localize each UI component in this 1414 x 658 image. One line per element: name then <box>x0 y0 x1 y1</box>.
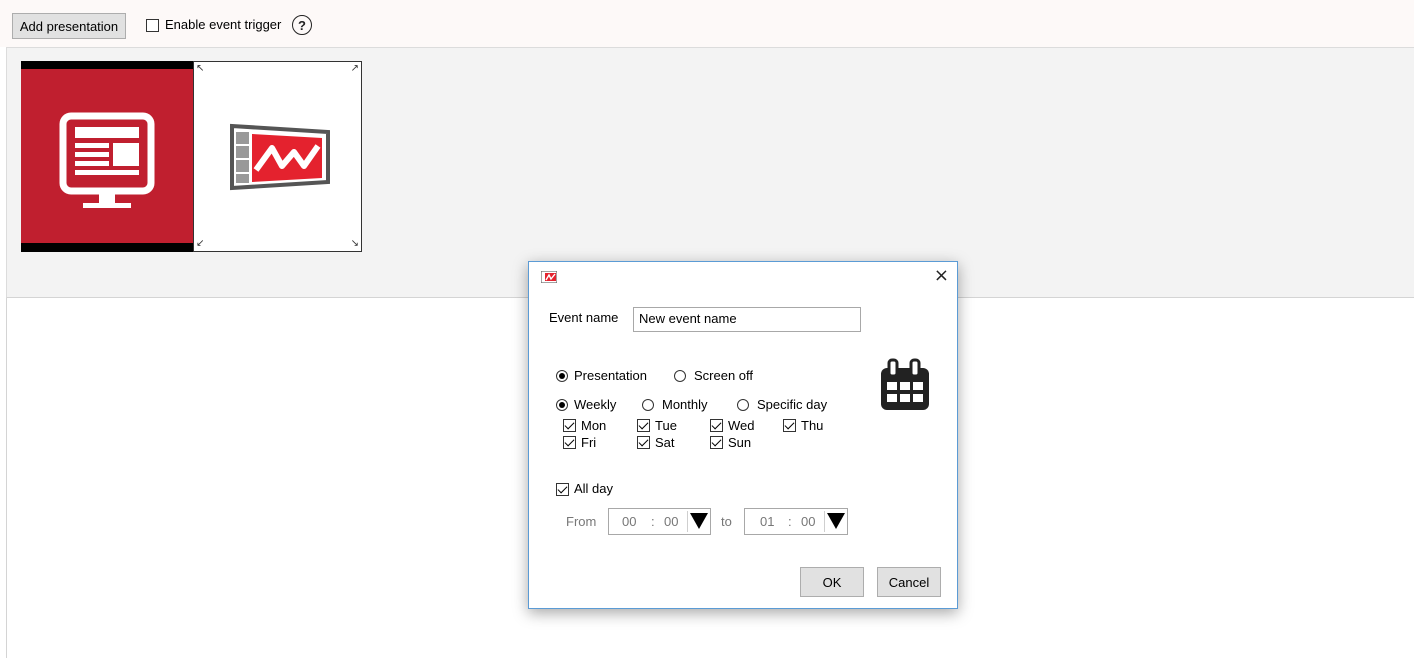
thumbnail-background <box>21 69 193 243</box>
day-checkbox-thu[interactable] <box>783 419 796 432</box>
presentation-radio[interactable] <box>556 370 568 382</box>
enable-event-trigger-label[interactable]: Enable event trigger <box>165 17 281 33</box>
resize-handle-top-left-icon[interactable]: ↖ <box>196 64 204 74</box>
to-minute[interactable]: 00 <box>801 514 815 529</box>
help-icon[interactable]: ? <box>292 15 312 35</box>
from-label: From <box>566 514 597 529</box>
resize-handle-bottom-left-icon[interactable]: ↙ <box>196 239 204 249</box>
monthly-radio[interactable] <box>642 399 654 411</box>
all-day-checkbox[interactable] <box>556 483 569 496</box>
to-time-separator: : <box>788 514 792 529</box>
to-dropdown-arrow-icon[interactable] <box>827 513 845 529</box>
presentation-thumbnail-1[interactable] <box>21 61 193 252</box>
to-time-picker[interactable]: 01 : 00 <box>744 508 848 535</box>
close-icon[interactable]: × <box>934 267 949 285</box>
cancel-button[interactable]: Cancel <box>877 567 941 597</box>
day-checkbox-tue[interactable] <box>637 419 650 432</box>
day-label-sun[interactable]: Sun <box>728 435 751 451</box>
day-label-wed[interactable]: Wed <box>728 418 755 434</box>
content-divider <box>6 298 7 658</box>
top-toolbar: Add presentation Enable event trigger ? <box>0 0 1414 47</box>
day-checkbox-fri[interactable] <box>563 436 576 449</box>
event-dialog: × Event name New event name Presentation… <box>528 261 958 609</box>
day-checkbox-wed[interactable] <box>710 419 723 432</box>
from-time-separator: : <box>651 514 655 529</box>
to-dropdown-divider <box>824 511 825 532</box>
day-checkbox-sat[interactable] <box>637 436 650 449</box>
event-name-input[interactable]: New event name <box>633 307 861 332</box>
from-dropdown-divider <box>687 511 688 532</box>
event-name-label: Event name <box>549 310 619 325</box>
day-label-fri[interactable]: Fri <box>581 435 596 451</box>
all-day-label[interactable]: All day <box>574 481 613 497</box>
day-label-sat[interactable]: Sat <box>655 435 675 451</box>
monitor-icon <box>59 112 155 208</box>
resize-handle-top-right-icon[interactable]: ↗ <box>351 64 359 74</box>
presentation-thumbnail-2[interactable]: ↖ ↗ ↙ ↘ <box>193 61 362 252</box>
weekly-radio[interactable] <box>556 399 568 411</box>
enable-event-trigger-checkbox[interactable] <box>146 19 159 32</box>
calendar-icon <box>881 358 929 410</box>
add-presentation-button[interactable]: Add presentation <box>12 13 126 39</box>
from-minute[interactable]: 00 <box>664 514 678 529</box>
weekly-radio-label[interactable]: Weekly <box>574 397 616 413</box>
presentation-logo-icon <box>230 123 330 191</box>
specific-day-radio[interactable] <box>737 399 749 411</box>
app-logo-icon <box>541 271 557 283</box>
screen-off-radio-label[interactable]: Screen off <box>694 368 753 384</box>
day-label-mon[interactable]: Mon <box>581 418 606 434</box>
to-hour[interactable]: 01 <box>760 514 774 529</box>
screen-off-radio[interactable] <box>674 370 686 382</box>
to-label: to <box>721 514 732 529</box>
resize-handle-bottom-right-icon[interactable]: ↘ <box>351 239 359 249</box>
from-hour[interactable]: 00 <box>622 514 636 529</box>
from-time-picker[interactable]: 00 : 00 <box>608 508 711 535</box>
day-checkbox-mon[interactable] <box>563 419 576 432</box>
ok-button[interactable]: OK <box>800 567 864 597</box>
presentation-radio-label[interactable]: Presentation <box>574 368 647 384</box>
from-dropdown-arrow-icon[interactable] <box>690 513 708 529</box>
day-checkbox-sun[interactable] <box>710 436 723 449</box>
monthly-radio-label[interactable]: Monthly <box>662 397 708 413</box>
specific-day-radio-label[interactable]: Specific day <box>757 397 827 413</box>
day-label-tue[interactable]: Tue <box>655 418 677 434</box>
day-label-thu[interactable]: Thu <box>801 418 823 434</box>
